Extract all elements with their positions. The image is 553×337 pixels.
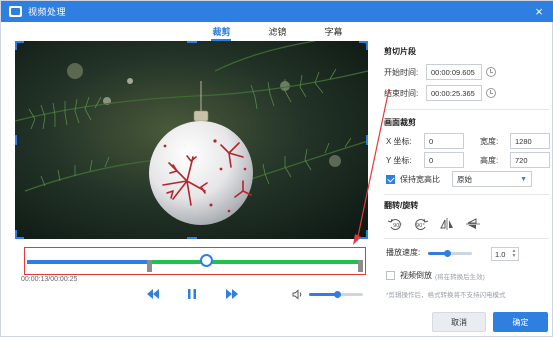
divider	[384, 238, 549, 239]
trim-start-handle[interactable]	[147, 260, 152, 272]
playback-speed-label: 播放速度:	[386, 248, 421, 257]
playback-speed-slider[interactable]	[428, 250, 472, 257]
volume-slider-fill	[309, 293, 338, 296]
timeline-played-track[interactable]	[27, 260, 151, 264]
video-processing-window: 视频处理 × 裁剪 滤镜 字幕 00:00:13/00:00:25 剪切片段 开…	[0, 0, 553, 337]
keep-aspect-ratio-checkbox[interactable]	[386, 174, 395, 184]
volume-icon[interactable]	[292, 289, 304, 300]
reverse-video-label: 视频倒放	[400, 271, 432, 280]
y-coordinate-label: Y 坐标:	[386, 155, 412, 165]
tab-bar: 裁剪 滤镜 字幕	[1, 23, 553, 41]
start-time-input[interactable]: 00:00:09.605	[426, 64, 482, 80]
rotate-left-90-icon[interactable]: 90°	[384, 216, 406, 232]
title-bar: 视频处理 ×	[1, 1, 553, 22]
aspect-ratio-select[interactable]: 原始 ▼	[452, 171, 532, 187]
height-input[interactable]: 720	[510, 152, 550, 168]
end-time-input[interactable]: 00:00:25.365	[426, 85, 482, 101]
chevron-down-icon: ▼	[520, 175, 527, 183]
divider	[384, 194, 549, 195]
crop-handle-bottom-right-v[interactable]	[366, 230, 368, 239]
start-time-label: 开始时间:	[384, 67, 419, 77]
keep-aspect-ratio-label: 保持宽高比	[400, 174, 440, 184]
pause-icon[interactable]	[187, 288, 197, 303]
flip-vertical-icon[interactable]	[462, 216, 484, 232]
reverse-video-checkbox[interactable]	[386, 271, 395, 280]
crop-handle-top[interactable]	[187, 41, 197, 43]
x-coordinate-label: X 坐标:	[386, 136, 412, 146]
crop-section-title: 画面裁剪	[384, 118, 416, 127]
fast-forward-icon[interactable]	[225, 288, 239, 303]
tab-crop[interactable]: 裁剪	[211, 23, 232, 41]
crop-handle-bottom-left-v[interactable]	[15, 230, 17, 239]
crop-handle-bottom[interactable]	[187, 237, 197, 239]
tab-subtitle[interactable]: 字幕	[325, 23, 343, 39]
width-input[interactable]: 1280	[510, 133, 550, 149]
trim-end-handle[interactable]	[358, 260, 363, 272]
width-label: 宽度:	[480, 136, 499, 146]
crop-handle-right[interactable]	[366, 135, 368, 145]
window-title: 视频处理	[28, 7, 67, 17]
video-preview[interactable]	[15, 41, 368, 239]
timecode: 00:00:13/00:00:25	[21, 276, 78, 283]
playback-speed-value: 1.0	[495, 249, 506, 259]
reverse-video-note: (将在转换后生效)	[435, 273, 485, 281]
volume-slider-knob[interactable]	[333, 291, 341, 298]
reset-end-time-icon[interactable]	[486, 88, 496, 98]
preview-frame-image	[15, 41, 368, 239]
x-coordinate-input[interactable]: 0	[424, 133, 464, 149]
aspect-ratio-value: 原始	[457, 174, 472, 184]
end-time-label: 结束时间:	[384, 88, 419, 98]
svg-text:90°: 90°	[393, 223, 402, 229]
tab-filter[interactable]: 滤镜	[268, 23, 286, 39]
height-label: 高度:	[480, 155, 499, 165]
crop-handle-top-left-v[interactable]	[15, 41, 17, 50]
volume-slider[interactable]	[309, 291, 363, 298]
playhead-knob[interactable]	[200, 254, 213, 267]
stepper-arrows-icon[interactable]: ▲ ▼	[511, 249, 517, 259]
divider	[384, 109, 549, 110]
svg-text:90°: 90°	[416, 223, 425, 229]
cancel-button[interactable]: 取消	[432, 312, 486, 332]
confirm-button[interactable]: 确定	[493, 312, 548, 332]
timeline-selected-range[interactable]	[151, 260, 361, 264]
playback-speed-stepper[interactable]: 1.0 ▲ ▼	[491, 247, 519, 261]
rotate-section-title: 翻转/旋转	[384, 201, 419, 210]
reset-start-time-icon[interactable]	[486, 67, 496, 77]
playback-speed-knob[interactable]	[444, 250, 452, 257]
crop-handle-left[interactable]	[15, 135, 17, 145]
flip-horizontal-icon[interactable]	[436, 216, 458, 232]
rewind-icon[interactable]	[146, 288, 160, 303]
crop-handle-top-right-v[interactable]	[366, 41, 368, 50]
clip-section-title: 剪切片段	[384, 47, 416, 56]
lightning-mode-hint: *剪辑操作后，格式转换将不支持闪电模式	[386, 292, 506, 299]
timeline-highlight	[24, 247, 366, 275]
close-icon[interactable]: ×	[532, 4, 546, 18]
y-coordinate-input[interactable]: 0	[424, 152, 464, 168]
app-logo-icon	[9, 6, 22, 17]
rotate-right-90-icon[interactable]: 90°	[410, 216, 432, 232]
